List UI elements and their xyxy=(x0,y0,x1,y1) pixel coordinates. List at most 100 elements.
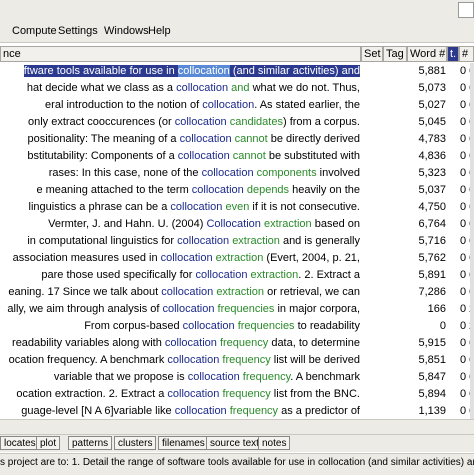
t-value: 0 xyxy=(459,320,467,332)
menu-windows[interactable]: Windows xyxy=(104,25,149,37)
left-context: guage-level [N A 6]variable like xyxy=(21,405,175,417)
left-context: only extract cooccurences (or xyxy=(27,116,175,128)
concordance-list[interactable]: ftware tools available for use in colloc… xyxy=(0,63,474,419)
table-row[interactable]: ally, we aim through analysis of colloca… xyxy=(0,301,474,318)
column-header-concordance[interactable]: nce xyxy=(0,46,361,62)
word-number: 5,762 xyxy=(418,252,446,264)
right-context: cannot be directly derived xyxy=(234,133,360,145)
menu-settings[interactable]: Settings xyxy=(58,25,98,37)
column-header-set[interactable]: Set xyxy=(361,46,383,62)
menu-compute[interactable]: Compute xyxy=(12,25,57,37)
concordance-line: hat decide what we class as a collocatio… xyxy=(0,80,360,97)
tab-clusters[interactable]: clusters xyxy=(114,436,157,450)
search-term: collocation xyxy=(174,116,227,128)
column-header-t[interactable]: t. xyxy=(447,46,459,62)
horizontal-scrollbar[interactable] xyxy=(0,419,474,434)
concordance-line: ocation extraction. 2. Extract a colloca… xyxy=(0,386,360,403)
t-value: 0 xyxy=(459,252,467,264)
t-value: 0 xyxy=(459,269,467,281)
search-term: collocation xyxy=(176,82,229,94)
table-row[interactable]: ocation extraction. 2. Extract a colloca… xyxy=(0,386,474,403)
search-term: collocation xyxy=(187,371,240,383)
left-context: e meaning attached to the term xyxy=(36,184,192,196)
search-term: Collocation xyxy=(206,218,261,230)
vertical-scrollbar[interactable] xyxy=(470,63,474,419)
concordance-line: ally, we aim through analysis of colloca… xyxy=(0,301,360,318)
left-context: Vermter, J. and Hahn. U. (2004) xyxy=(48,218,207,230)
table-row[interactable]: pare those used specifically for colloca… xyxy=(0,267,474,284)
right-context: cannot be substituted with xyxy=(232,150,360,162)
table-row[interactable]: positionality: The meaning of a collocat… xyxy=(0,131,474,148)
concordance-line: in computational linguistics for colloca… xyxy=(0,233,360,250)
t-value: 0 xyxy=(459,167,467,179)
window-control-button[interactable] xyxy=(458,2,474,18)
table-row[interactable]: readability variables along with colloca… xyxy=(0,335,474,352)
t-value: 0 xyxy=(459,286,467,298)
left-context: association measures used in xyxy=(12,252,161,264)
concordance-line: From corpus-based collocation frequencie… xyxy=(0,318,360,335)
right-context: (and similar activities) and xyxy=(229,65,360,77)
right-context: frequency data, to determine xyxy=(219,337,360,349)
search-term: collocation xyxy=(195,269,248,281)
column-header-hash[interactable]: # xyxy=(459,46,474,62)
table-row[interactable]: eaning. 17 Since we talk about collocati… xyxy=(0,284,474,301)
concordance-line: ocation frequency. A benchmark collocati… xyxy=(0,352,360,369)
table-row[interactable]: association measures used in collocation… xyxy=(0,250,474,267)
tab-plot[interactable]: plot xyxy=(36,436,61,450)
table-row[interactable]: linguistics a phrase can be a collocatio… xyxy=(0,199,474,216)
table-row[interactable]: only extract cooccurences (or collocatio… xyxy=(0,114,474,131)
tab-patterns[interactable]: patterns xyxy=(68,436,113,450)
word-number: 5,894 xyxy=(418,388,446,400)
left-context: bstitutability: Components of a xyxy=(27,150,178,162)
right-context: extraction. 2. Extract a xyxy=(250,269,360,281)
table-row[interactable]: eral introduction to the notion of collo… xyxy=(0,97,474,114)
tab-filenames[interactable]: filenames xyxy=(158,436,209,450)
word-number: 7,286 xyxy=(418,286,446,298)
right-context: extraction or retrieval, we can xyxy=(216,286,360,298)
right-context: frequency as a predictor of xyxy=(229,405,360,417)
table-row[interactable]: in computational linguistics for colloca… xyxy=(0,233,474,250)
table-row[interactable]: hat decide what we class as a collocatio… xyxy=(0,80,474,97)
t-value: 0 xyxy=(459,184,467,196)
search-term: collocation xyxy=(167,388,220,400)
tab-notes[interactable]: notes xyxy=(258,436,291,450)
table-row[interactable]: ftware tools available for use in colloc… xyxy=(0,63,474,80)
tab-collocates[interactable]: locates xyxy=(0,436,40,450)
search-term: collocation xyxy=(174,405,227,417)
right-context: even if it is not consecutive. xyxy=(225,201,360,213)
left-context: positionality: The meaning of a xyxy=(27,133,180,145)
concordance-line: rases: In this case, none of the colloca… xyxy=(0,165,360,182)
table-row[interactable]: variable that we propose is collocation … xyxy=(0,369,474,386)
column-header-tag[interactable]: Tag xyxy=(383,46,407,62)
search-term: collocation xyxy=(164,337,217,349)
table-row[interactable]: e meaning attached to the term collocati… xyxy=(0,182,474,199)
search-term: collocation xyxy=(201,167,254,179)
table-row[interactable]: rases: In this case, none of the colloca… xyxy=(0,165,474,182)
concordance-line: linguistics a phrase can be a collocatio… xyxy=(0,199,360,216)
concordance-line: positionality: The meaning of a collocat… xyxy=(0,131,360,148)
t-value: 0 xyxy=(459,388,467,400)
word-number: 5,847 xyxy=(418,371,446,383)
menu-help[interactable]: Help xyxy=(148,25,171,37)
search-term: collocation xyxy=(191,184,244,196)
left-context: in computational linguistics for xyxy=(27,235,178,247)
right-context: extraction based on xyxy=(263,218,360,230)
menu-bar: Compute Settings Windows Help xyxy=(0,22,474,43)
right-context: frequency list will be derived xyxy=(222,354,360,366)
tab-source-text[interactable]: source text xyxy=(206,436,263,450)
word-number: 5,915 xyxy=(418,337,446,349)
word-number: 166 xyxy=(427,303,446,315)
word-number: 4,750 xyxy=(418,201,446,213)
table-row[interactable]: guage-level [N A 6]variable like colloca… xyxy=(0,403,474,419)
word-number: 1,139 xyxy=(418,405,446,417)
column-header-word[interactable]: Word # xyxy=(407,46,447,62)
concordance-line: eral introduction to the notion of collo… xyxy=(0,97,360,114)
table-row[interactable]: ocation frequency. A benchmark collocati… xyxy=(0,352,474,369)
table-row[interactable]: From corpus-based collocation frequencie… xyxy=(0,318,474,335)
right-context: candidates) from a corpus. xyxy=(229,116,360,128)
table-row[interactable]: bstitutability: Components of a collocat… xyxy=(0,148,474,165)
left-context: hat decide what we class as a xyxy=(26,82,177,94)
right-context: frequency list from the BNC. xyxy=(222,388,360,400)
table-row[interactable]: Vermter, J. and Hahn. U. (2004) Collocat… xyxy=(0,216,474,233)
t-value: 0 xyxy=(459,201,467,213)
